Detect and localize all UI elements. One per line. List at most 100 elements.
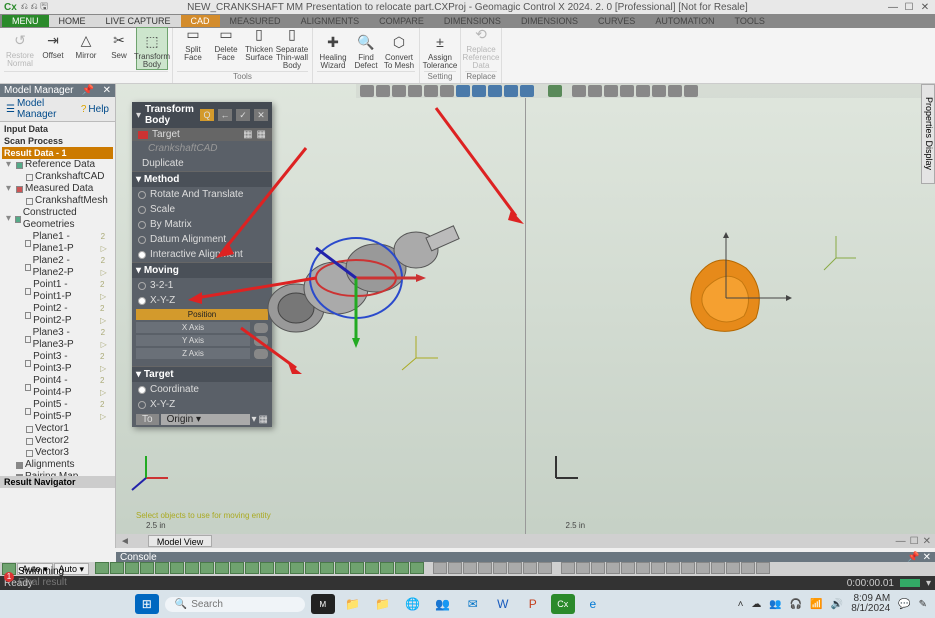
method-opt-by-matrix[interactable]: By Matrix <box>132 217 272 232</box>
mb-btn[interactable] <box>576 562 590 574</box>
to-btn2[interactable]: ▦ <box>259 414 268 425</box>
dialog-back-button[interactable]: ← <box>218 109 232 121</box>
mb-btn[interactable] <box>290 562 304 574</box>
start-button[interactable]: ⊞ <box>135 594 159 614</box>
mb-btn[interactable] <box>666 562 680 574</box>
target2-opt-x-y-z[interactable]: X-Y-Z <box>132 397 272 412</box>
ribbon-thicken-surface[interactable]: ▯Thicken Surface <box>243 21 275 62</box>
mb-btn[interactable] <box>305 562 319 574</box>
view-close-icon[interactable]: ✕ <box>923 536 931 547</box>
mb-btn[interactable] <box>756 562 770 574</box>
tb-chrome[interactable]: 🌐 <box>401 594 425 614</box>
ribbon-sew[interactable]: ✂Sew <box>103 27 135 60</box>
mb-btn[interactable] <box>320 562 334 574</box>
mb-btn[interactable] <box>155 562 169 574</box>
model-view-tab[interactable]: Model View <box>148 535 212 547</box>
vt-btn[interactable] <box>360 85 374 97</box>
search-input[interactable] <box>191 599 291 610</box>
mb-btn[interactable] <box>463 562 477 574</box>
tb-teams[interactable]: 👥 <box>431 594 455 614</box>
tree-item[interactable]: CrankshaftMesh <box>2 195 113 207</box>
mb-btn[interactable] <box>95 562 109 574</box>
target-more-button2[interactable]: ▦ <box>257 129 266 140</box>
ribbon-transform-body[interactable]: ⬚Transform Body <box>136 27 168 70</box>
tree-item[interactable]: Vector2 <box>2 435 113 447</box>
link-icon[interactable] <box>254 336 268 346</box>
ribbon-separate-thin-wall-body[interactable]: ▯Separate Thin-wall Body <box>276 21 308 70</box>
minimize-button[interactable]: — <box>887 2 899 13</box>
link-icon[interactable] <box>254 349 268 359</box>
mb-btn[interactable] <box>478 562 492 574</box>
mb-btn[interactable] <box>245 562 259 574</box>
tab-home[interactable]: HOME <box>49 15 96 27</box>
tab-menu[interactable]: MENU <box>2 15 49 27</box>
qat[interactable]: ⎌ ⎌ 🖫 <box>17 0 48 15</box>
tab-help[interactable]: ?Help <box>75 97 115 121</box>
tree-item[interactable]: Point3 - Point3-P2 ▷ <box>2 351 113 375</box>
position-button[interactable]: Position <box>136 309 268 320</box>
tab-dimensions2[interactable]: DIMENSIONS <box>511 15 588 27</box>
tb-outlook[interactable]: ✉ <box>461 594 485 614</box>
tree-item[interactable]: Vector1 <box>2 423 113 435</box>
vt-btn[interactable] <box>488 85 502 97</box>
mb-btn[interactable] <box>275 562 289 574</box>
view-tab-prev[interactable]: ◄ <box>116 536 134 547</box>
status-dropdown-icon[interactable]: ▾ <box>926 578 931 589</box>
mb-btn[interactable] <box>636 562 650 574</box>
mb-btn[interactable] <box>215 562 229 574</box>
tree-item[interactable]: Point5 - Point5-P2 ▷ <box>2 399 113 423</box>
mb-btn[interactable] <box>365 562 379 574</box>
vt-btn[interactable] <box>504 85 518 97</box>
collapse-icon[interactable]: ▾ <box>136 110 141 121</box>
tb-edge[interactable]: e <box>581 594 605 614</box>
mb-btn[interactable] <box>681 562 695 574</box>
target-pick-icon[interactable] <box>138 131 148 139</box>
tb-explorer[interactable]: 📁 <box>341 594 365 614</box>
tray-chevron-icon[interactable]: ˄ <box>738 599 744 610</box>
tree-item[interactable]: ▾Measured Data <box>2 183 113 195</box>
tray-headset-icon[interactable]: 🎧 <box>790 599 802 610</box>
moving-opt-x-y-z[interactable]: X-Y-Z <box>132 293 272 308</box>
vt-btn[interactable] <box>620 85 634 97</box>
vt-btn[interactable] <box>456 85 470 97</box>
duplicate-checkbox[interactable]: Duplicate <box>132 156 272 171</box>
tray-date[interactable]: 8/1/2024 <box>851 603 890 614</box>
mb-btn[interactable] <box>350 562 364 574</box>
ribbon-offset[interactable]: ⇥Offset <box>37 27 69 60</box>
x-axis-button[interactable]: X Axis <box>136 322 250 333</box>
result-navigator-header[interactable]: Result Navigator <box>0 476 115 488</box>
notification-popup[interactable]: 1 SwimmingFinal result <box>4 566 67 588</box>
tree-item[interactable]: Point4 - Point4-P2 ▷ <box>2 375 113 399</box>
tree-item[interactable]: Plane2 - Plane2-P2 ▷ <box>2 255 113 279</box>
method-section[interactable]: ▾ Method <box>132 171 272 187</box>
close-button[interactable]: ✕ <box>919 2 931 13</box>
to-row[interactable]: To Origin ▾ ▾ ▦ <box>132 412 272 427</box>
tb-explorer2[interactable]: 📁 <box>371 594 395 614</box>
method-opt-interactive-alignment[interactable]: Interactive Alignment <box>132 247 272 262</box>
method-opt-datum-alignment[interactable]: Datum Alignment <box>132 232 272 247</box>
mb-btn[interactable] <box>110 562 124 574</box>
mb-btn[interactable] <box>508 562 522 574</box>
maximize-button[interactable]: ☐ <box>903 2 915 13</box>
panel-pin-icon[interactable]: 📌 <box>82 85 94 96</box>
method-opt-scale[interactable]: Scale <box>132 202 272 217</box>
mb-btn[interactable] <box>200 562 214 574</box>
mb-btn[interactable] <box>493 562 507 574</box>
moving-section[interactable]: ▾ Moving <box>132 262 272 278</box>
mb-btn[interactable] <box>410 562 424 574</box>
mb-btn[interactable] <box>170 562 184 574</box>
mb-btn[interactable] <box>538 562 552 574</box>
model-tree[interactable]: Input Data Scan Process Result Data - 1 … <box>0 122 115 476</box>
view-max-icon[interactable]: ☐ <box>910 536 919 547</box>
ribbon-find-defect[interactable]: 🔍Find Defect <box>350 29 382 70</box>
mb-btn[interactable] <box>726 562 740 574</box>
vt-btn[interactable] <box>392 85 406 97</box>
dialog-target-row[interactable]: Target ▦ ▦ <box>132 128 272 141</box>
dialog-header[interactable]: ▾ Transform Body Q ← ✓ ✕ <box>132 102 272 128</box>
tb-cx[interactable]: Cx <box>551 594 575 614</box>
tray-notif-icon[interactable]: 💬 <box>898 599 910 610</box>
tree-item[interactable]: Point1 - Point1-P2 ▷ <box>2 279 113 303</box>
mb-btn[interactable] <box>335 562 349 574</box>
tray-wifi-icon[interactable]: 📶 <box>810 599 822 610</box>
mb-btn[interactable] <box>606 562 620 574</box>
